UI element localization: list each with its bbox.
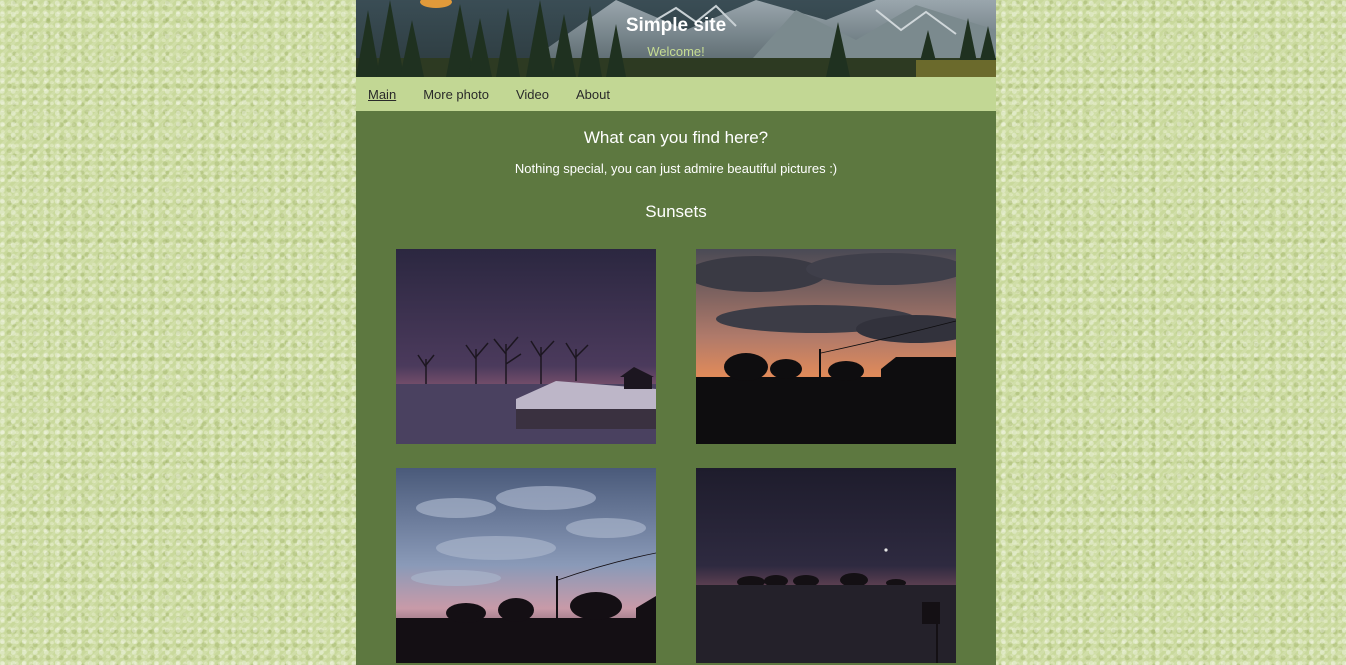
section-title: Sunsets (645, 202, 707, 221)
mountain-banner-image (356, 0, 996, 77)
site-title: Simple site (625, 15, 727, 36)
sunset-photo-blue-clouds[interactable] (396, 468, 656, 663)
sunset-photo-snowy-garden[interactable] (396, 249, 656, 444)
sunset-photo-cloudy-sky[interactable] (696, 249, 956, 444)
page-container: Simple site Welcome! Main More photo Vid… (356, 0, 996, 665)
sunset-photo-night-horizon[interactable] (696, 468, 956, 663)
nav-link-main[interactable]: Main (368, 87, 396, 102)
nav-link-video[interactable]: Video (516, 87, 549, 102)
main-content: What can you find here? Nothing special,… (356, 111, 996, 222)
main-navigation: Main More photo Video About (356, 77, 996, 111)
header-banner: Simple site Welcome! (356, 0, 996, 77)
nav-link-about[interactable]: About (576, 87, 610, 102)
content-heading: What can you find here? (583, 128, 769, 147)
site-subtitle: Welcome! (647, 44, 705, 59)
nav-link-more-photo[interactable]: More photo (423, 87, 489, 102)
intro-text: Nothing special, you can just admire bea… (514, 161, 838, 176)
